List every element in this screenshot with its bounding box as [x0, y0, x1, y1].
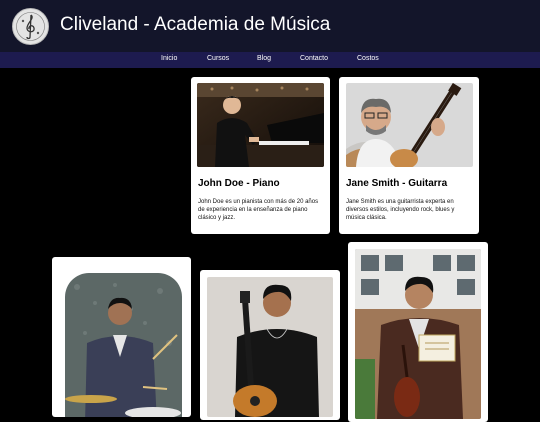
violinist-photo-icon [355, 249, 481, 419]
teacher-name: John Doe - Piano [198, 178, 280, 189]
treble-clef-logo-icon[interactable] [12, 8, 49, 45]
teacher-card-guitar-student[interactable] [200, 270, 340, 420]
nav-link-contacto[interactable]: Contacto [300, 55, 328, 62]
drummer-photo-icon [65, 273, 182, 417]
nav-link-costos[interactable]: Costos [357, 55, 379, 62]
site-header: Cliveland - Academia de Música [0, 0, 540, 52]
teacher-card-jane-smith[interactable]: Jane Smith - Guitarra Jane Smith es una … [339, 77, 479, 234]
main-nav: Inicio Cursos Blog Contacto Costos [0, 52, 540, 68]
nav-link-blog[interactable]: Blog [257, 55, 271, 62]
nav-link-cursos[interactable]: Cursos [207, 55, 229, 62]
guitar-student-photo-icon [207, 277, 333, 417]
teacher-card-drummer[interactable] [52, 257, 191, 417]
teacher-card-violinist[interactable] [348, 242, 488, 422]
guitarist-photo-icon [346, 83, 473, 167]
teacher-bio: John Doe es un pianista con más de 20 añ… [198, 199, 319, 221]
pianist-photo-icon [197, 83, 324, 167]
site-title: Cliveland - Academia de Música [60, 14, 331, 35]
nav-link-inicio[interactable]: Inicio [161, 55, 177, 62]
teacher-bio: Jane Smith es una guitarrista experta en… [346, 199, 455, 221]
teacher-name: Jane Smith - Guitarra [346, 178, 448, 189]
teacher-card-john-doe[interactable]: John Doe - Piano John Doe es un pianista… [191, 77, 330, 234]
